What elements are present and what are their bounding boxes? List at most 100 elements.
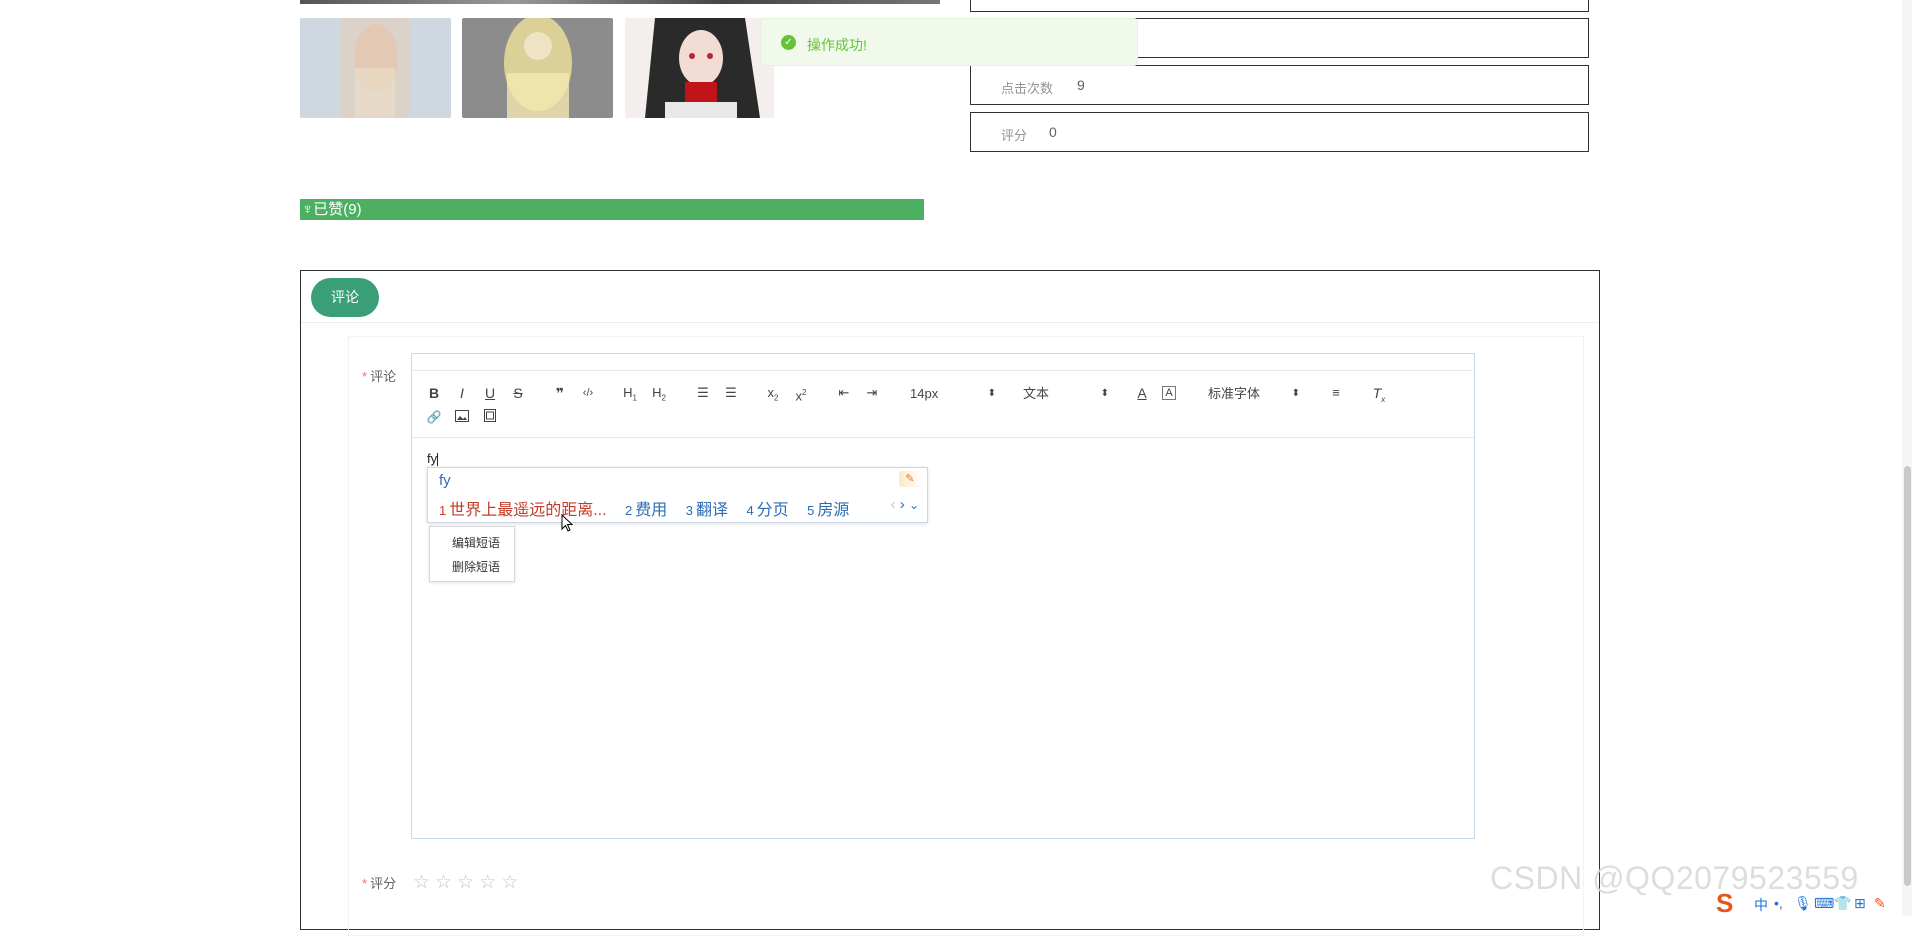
rich-text-editor[interactable] [411, 353, 1475, 839]
font-size-select[interactable]: 14px ⬍ [910, 384, 996, 404]
editor-typed-text: fy [427, 451, 438, 466]
thumbnail-2[interactable] [462, 18, 613, 118]
editor-top-border [413, 354, 1473, 371]
candidate-text: 翻译 [695, 502, 728, 519]
italic-button[interactable]: I [451, 383, 473, 403]
ime-next-icon[interactable]: › [900, 496, 905, 513]
card-header-divider [301, 322, 1599, 323]
font-family-value: 标准字体 [1208, 386, 1261, 401]
superscript-button[interactable]: x2 [790, 383, 812, 403]
select-arrows-icon: ⬍ [1100, 388, 1109, 399]
info-box-hidden [970, 0, 1589, 12]
success-toast: ✓ 操作成功! [760, 18, 1138, 66]
ime-candidate-window: fy ✎ 1 世界上最遥远的距离... 2 费用 3 翻译 4 分页 5 房源 ‹ › ⌄ [427, 467, 928, 523]
skin-shirt-icon[interactable]: 👕 [1834, 895, 1851, 912]
h1-button[interactable]: H1 [619, 383, 641, 403]
thumbnail-1[interactable] [300, 18, 451, 118]
ime-extra-icon[interactable]: ✎ [1874, 895, 1886, 912]
ime-candidate[interactable]: 5 房源 [807, 502, 849, 519]
ime-skin-icon[interactable]: ✎ [899, 471, 921, 487]
main-image-edge [300, 0, 940, 4]
edit-phrase-item[interactable]: 编辑短语 [452, 534, 500, 551]
indent-button[interactable]: ⇥ [861, 383, 883, 403]
thumbnail-1-image [300, 18, 451, 118]
punctuation-icon[interactable]: •, [1774, 895, 1783, 911]
outdent-button[interactable]: ⇤ [833, 383, 855, 403]
star-2-icon[interactable]: ☆ [435, 872, 457, 893]
subscript-button[interactable]: x2 [762, 383, 784, 403]
mouse-cursor-icon [561, 514, 573, 532]
thumbnail-3[interactable] [625, 18, 774, 118]
clear-format-button[interactable]: Tx [1368, 383, 1390, 404]
image-icon [455, 410, 469, 422]
rating-info-label: 评分 [1001, 128, 1028, 143]
ime-status-tray: S 中 •, 🎙 ⌨ 👕 ⊞ ✎ [1716, 890, 1912, 916]
bold-button[interactable]: B [423, 383, 445, 403]
code-block-button[interactable]: ‹/› [577, 383, 599, 403]
ime-candidate[interactable]: 1 世界上最遥远的距离... [439, 502, 607, 519]
align-button[interactable]: ≡ [1325, 383, 1347, 403]
image-button[interactable] [451, 407, 473, 427]
star-4-icon[interactable]: ☆ [479, 872, 501, 893]
delete-phrase-item[interactable]: 删除短语 [452, 558, 500, 575]
font-family-select[interactable]: 标准字体 ⬍ [1208, 384, 1300, 404]
select-arrows-icon: ⬍ [987, 388, 996, 399]
background-color-button[interactable]: A [1162, 386, 1176, 400]
text-caret [437, 453, 439, 467]
ime-pinyin: fy [439, 472, 451, 489]
h2-button[interactable]: H2 [648, 383, 670, 403]
candidate-text: 世界上最遥远的距离... [449, 502, 607, 519]
link-button[interactable]: 🔗 [423, 407, 445, 427]
ime-expand-icon[interactable]: ⌄ [909, 498, 919, 512]
info-rating: 评分 0 [970, 112, 1589, 152]
ime-context-menu: 编辑短语 删除短语 [429, 526, 515, 582]
clicks-value: 9 [1077, 77, 1085, 93]
microphone-icon[interactable]: 🎙 [1794, 895, 1812, 912]
underline-button[interactable]: U [479, 383, 501, 403]
check-circle-icon: ✓ [781, 35, 796, 50]
candidate-number: 1 [439, 503, 447, 518]
ime-candidate[interactable]: 4 分页 [746, 502, 788, 519]
sogou-logo-icon[interactable]: S [1716, 890, 1744, 916]
star-1-icon[interactable]: ☆ [413, 872, 435, 893]
candidate-number: 4 [746, 503, 754, 518]
rating-label-text: 评分 [370, 876, 397, 891]
tab-comment[interactable]: 评论 [311, 278, 379, 317]
candidate-text: 分页 [756, 502, 789, 519]
ordered-list-button[interactable]: ☰ [692, 383, 714, 403]
blockquote-button[interactable]: ❞ [549, 383, 571, 403]
rating-stars: ☆☆☆☆☆ [413, 871, 523, 894]
strike-button[interactable]: S [507, 383, 529, 403]
ime-candidate[interactable]: 2 费用 [625, 502, 667, 519]
required-mark: * [362, 876, 368, 891]
toolbar-divider [412, 437, 1474, 438]
video-button[interactable] [479, 407, 501, 427]
candidate-number: 5 [807, 503, 815, 518]
ime-language-toggle[interactable]: 中 [1754, 895, 1768, 915]
font-size-value: 14px [910, 386, 939, 401]
star-5-icon[interactable]: ☆ [501, 872, 523, 893]
ime-page-nav[interactable]: ‹ › ⌄ [891, 496, 919, 513]
ime-candidate[interactable]: 3 翻译 [686, 502, 728, 519]
candidate-text: 费用 [635, 502, 668, 519]
paragraph-select[interactable]: 文本 ⬍ [1023, 384, 1109, 404]
comment-label-text: 评论 [370, 369, 397, 384]
thumbnail-3-image [625, 18, 774, 118]
bullet-list-button[interactable]: ☰ [720, 383, 742, 403]
toast-message: 操作成功! [807, 37, 867, 53]
rating-form-label: * 评分 [362, 873, 396, 892]
paragraph-value: 文本 [1023, 386, 1050, 401]
keyboard-icon[interactable]: ⌨ [1814, 895, 1834, 912]
star-3-icon[interactable]: ☆ [457, 872, 479, 893]
editor-content[interactable]: fy [427, 451, 439, 467]
like-button[interactable]: ♆已赞(9) [300, 199, 924, 220]
clicks-label: 点击次数 [1001, 81, 1054, 96]
font-color-button[interactable]: A [1131, 383, 1153, 403]
select-arrows-icon: ⬍ [1291, 388, 1300, 399]
candidate-number: 3 [685, 503, 693, 518]
prev-arrow-icon[interactable]: ‹ [306, 58, 313, 80]
candidate-text: 房源 [817, 502, 850, 519]
toolbox-icon[interactable]: ⊞ [1854, 895, 1866, 912]
ime-prev-icon[interactable]: ‹ [891, 496, 896, 513]
page-scrollbar-thumb[interactable] [1904, 466, 1911, 886]
